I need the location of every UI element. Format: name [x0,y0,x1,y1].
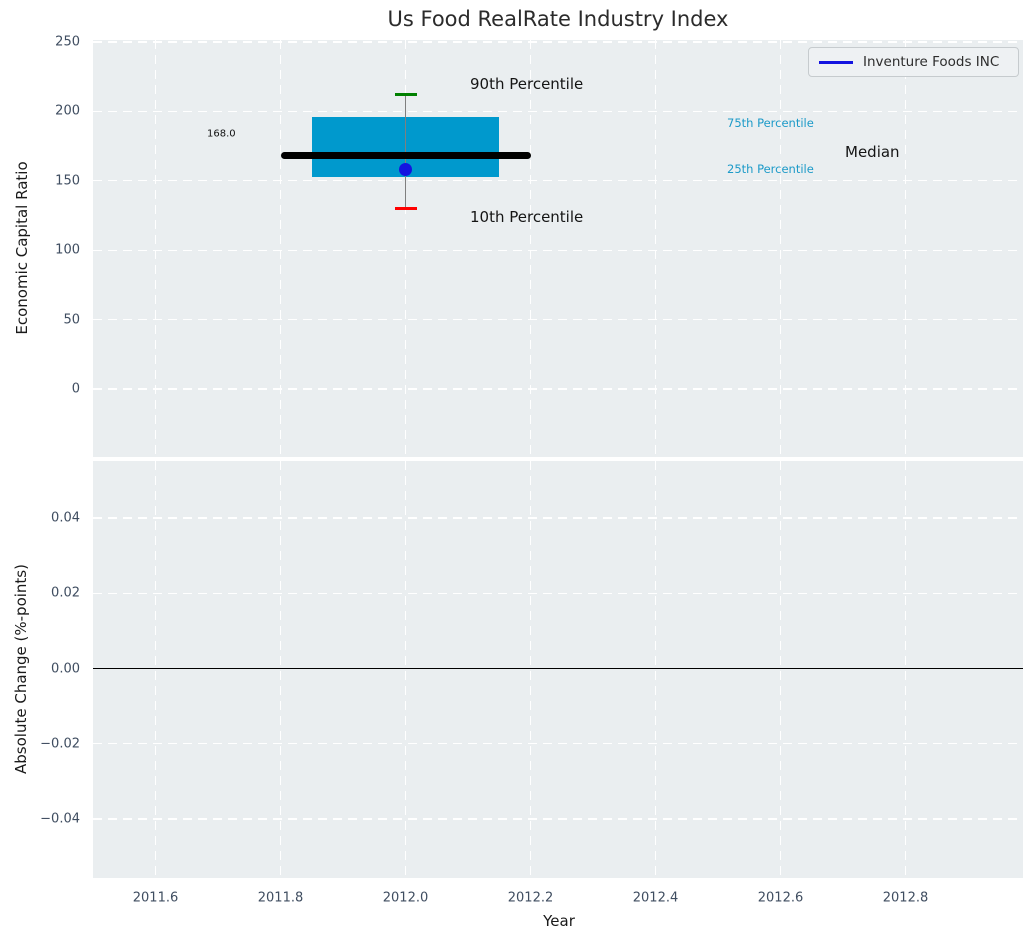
y-tick-label: 50 [63,312,80,327]
legend: Inventure Foods INC [808,47,1019,77]
x-tick-label: 2011.8 [258,891,304,906]
gridline-h [93,593,1023,594]
gridline-h [93,517,1023,518]
zero-line [93,668,1023,669]
gridline-h [93,180,1023,181]
gridline-v [780,461,781,878]
median-value-annotation: 168.0 [207,129,236,140]
p75-label: 75th Percentile [727,116,814,130]
gridline-v [655,461,656,878]
gridline-v [655,40,656,457]
gridline-v [280,461,281,878]
y-tick-label: 200 [55,104,80,119]
p90-cap [395,93,417,96]
figure: Us Food RealRate Industry Index Economic… [0,0,1034,942]
y-tick-label: −0.02 [40,736,80,751]
gridline-v [155,40,156,457]
x-axis-label: Year [543,912,575,930]
y-tick-label: 0.02 [51,586,80,601]
gridline-h [93,743,1023,744]
gridline-v [530,40,531,457]
p90-label: 90th Percentile [470,75,583,93]
y-tick-label: 250 [55,35,80,50]
top-y-axis-label: Economic Capital Ratio [13,161,31,334]
gridline-v [280,40,281,457]
x-tick-label: 2012.0 [383,891,429,906]
y-tick-label: 150 [55,173,80,188]
gridline-v [905,461,906,878]
median-label: Median [845,143,900,161]
gridline-h [93,111,1023,112]
x-tick-label: 2012.6 [758,891,804,906]
gridline-h [93,319,1023,320]
top-axes: 90th Percentile 10th Percentile 75th Per… [93,40,1023,457]
gridline-h [93,818,1023,819]
p10-label: 10th Percentile [470,208,583,226]
legend-label: Inventure Foods INC [863,54,999,70]
gridline-h [93,41,1023,42]
x-tick-label: 2011.6 [133,891,179,906]
legend-line-sample [819,61,853,64]
median-line [281,152,531,159]
y-tick-label: 0 [72,382,80,397]
gridline-v [905,40,906,457]
gridline-v [780,40,781,457]
gridline-v [405,461,406,878]
p25-label: 25th Percentile [727,162,814,176]
bottom-y-axis-label: Absolute Change (%-points) [12,564,30,774]
gridline-v [530,461,531,878]
chart-title: Us Food RealRate Industry Index [93,7,1023,31]
y-tick-label: 100 [55,243,80,258]
y-tick-label: −0.04 [40,812,80,827]
x-tick-label: 2012.2 [508,891,554,906]
y-tick-label: 0.04 [51,511,80,526]
gridline-h [93,250,1023,251]
bottom-axes [93,461,1023,878]
p10-cap [395,207,417,210]
y-tick-label: 0.00 [51,661,80,676]
gridline-v [155,461,156,878]
x-tick-label: 2012.4 [633,891,679,906]
gridline-h [93,388,1023,389]
x-tick-label: 2012.8 [883,891,929,906]
